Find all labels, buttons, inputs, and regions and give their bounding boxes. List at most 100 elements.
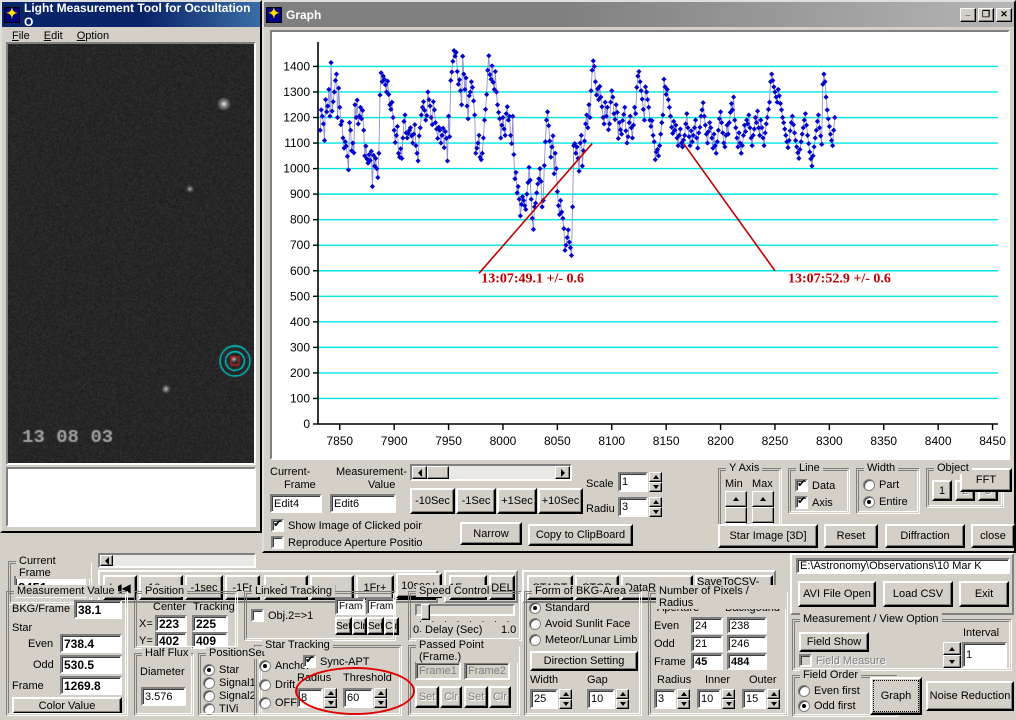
line-data-check-icon[interactable] — [795, 479, 808, 492]
copy-to-clipboard-button[interactable]: Copy to ClipBoard — [528, 524, 633, 546]
object-1-button[interactable]: 1 — [932, 480, 952, 501]
even-first-radio[interactable]: Even first — [798, 685, 860, 697]
st-threshold-spinner[interactable] — [374, 688, 387, 708]
position-set-signal2-radio[interactable]: Signal2 — [203, 690, 256, 702]
pr-radius-spinner[interactable] — [677, 689, 690, 709]
bkg-gap-down-icon[interactable] — [616, 699, 629, 709]
load-csv-button[interactable]: Load CSV — [883, 581, 953, 607]
position-set-tivi-radio[interactable]: TIVi — [203, 703, 238, 715]
field-show-button[interactable]: Field Show — [799, 632, 869, 652]
passed-frame1-field[interactable]: Frame1 — [415, 662, 461, 680]
sync-apt-check-icon[interactable] — [303, 655, 316, 668]
bkg-meteor-radio-icon[interactable] — [529, 634, 541, 646]
line-axis-check-icon[interactable] — [795, 496, 808, 509]
video-canvas[interactable] — [8, 44, 254, 463]
close-button[interactable]: ✕ — [996, 8, 1012, 22]
radius-up-icon[interactable] — [649, 497, 662, 507]
passed-set2-button[interactable]: Set — [464, 686, 488, 708]
pr-outer-up-icon[interactable] — [767, 689, 780, 699]
star-tracking-drift-radio-icon[interactable] — [259, 679, 271, 691]
width-entire-radio[interactable]: Entire — [863, 496, 908, 508]
narrow-button[interactable]: Narrow — [460, 522, 522, 545]
scale-down-icon[interactable] — [649, 482, 662, 492]
passed-clr2-button[interactable]: Clr — [489, 686, 511, 708]
scroll-thumb[interactable] — [427, 466, 449, 479]
bkg-sunlit-radio-icon[interactable] — [529, 618, 541, 630]
line-data-checkbox[interactable]: Data — [795, 479, 835, 492]
bkg-gap-spinner[interactable] — [616, 689, 629, 709]
current-frame-display[interactable]: Edit4 — [270, 494, 322, 513]
interval-input[interactable]: 1 — [962, 642, 1007, 668]
st-radius-spinner[interactable] — [324, 688, 337, 708]
reproduce-aperture-check-icon[interactable] — [271, 536, 284, 549]
linked-set2-button[interactable]: Set — [367, 617, 384, 635]
radius-down-icon[interactable] — [649, 507, 662, 517]
obj21-check-icon[interactable] — [251, 609, 264, 622]
linked-set1-button[interactable]: Set — [335, 617, 352, 635]
line-axis-checkbox[interactable]: Axis — [795, 496, 833, 509]
field-measure-checkbox[interactable]: Field Measure — [799, 654, 886, 667]
star-tracking-anchor-radio-icon[interactable] — [259, 660, 271, 672]
linked-frame1-field[interactable]: Frame1 — [335, 598, 365, 615]
pr-inner-input[interactable]: 10 — [697, 689, 721, 709]
menu-file[interactable]: File — [12, 30, 30, 42]
st-radius-up-icon[interactable] — [324, 688, 337, 698]
passed-set1-button[interactable]: Set — [415, 686, 439, 708]
pr-outer-spinner[interactable] — [767, 689, 780, 709]
video-preview[interactable] — [6, 42, 256, 465]
pr-inner-down-icon[interactable] — [722, 699, 735, 709]
st-radius-down-icon[interactable] — [324, 698, 337, 708]
radius-input[interactable]: 3 — [618, 497, 648, 517]
pr-inner-spinner[interactable] — [722, 689, 735, 709]
scale-input[interactable]: 1 — [618, 472, 648, 492]
width-entire-radio-icon[interactable] — [863, 496, 875, 508]
even-first-radio-icon[interactable] — [798, 685, 810, 697]
graph-button[interactable]: Graph — [870, 677, 922, 715]
step-plus-10sec-button[interactable]: +10Sec — [538, 488, 583, 514]
show-image-check-icon[interactable] — [271, 519, 284, 532]
step-minus-1sec-button[interactable]: -1Sec — [456, 488, 496, 514]
linked-clr2-button[interactable]: Clr — [384, 617, 399, 635]
radius-spinner[interactable] — [649, 497, 662, 517]
frame-scrollbar[interactable] — [98, 553, 256, 568]
x-tracking-value[interactable]: 225 — [192, 615, 228, 632]
step-minus-10sec-button[interactable]: -10Sec — [410, 488, 455, 514]
odd-first-radio[interactable]: Odd first — [798, 700, 856, 712]
star-image-3d-button[interactable]: Star Image [3D] — [718, 524, 818, 548]
st-radius-input[interactable]: 8 — [297, 688, 323, 708]
width-part-radio-icon[interactable] — [863, 479, 875, 491]
bkg-standard-radio-icon[interactable] — [529, 602, 541, 614]
bkg-width-up-icon[interactable] — [559, 689, 572, 699]
ymax-up-icon[interactable] — [752, 491, 774, 507]
minimize-button[interactable]: _ — [960, 8, 976, 22]
speed-slider[interactable] — [415, 604, 515, 616]
ymin-up-icon[interactable] — [725, 491, 747, 507]
measurement-value-display[interactable]: Edit6 — [330, 494, 396, 513]
interval-spinner[interactable] — [943, 642, 961, 668]
show-image-checkbox[interactable]: Show Image of Clicked poir — [271, 519, 422, 532]
reproduce-aperture-checkbox[interactable]: Reproduce Aperture Positio — [271, 536, 423, 549]
scroll-right-button[interactable] — [555, 466, 570, 479]
graph-horizontal-scrollbar[interactable] — [410, 464, 572, 481]
obj21-checkbox[interactable]: Obj.2=>1 — [251, 609, 313, 622]
pr-inner-up-icon[interactable] — [722, 689, 735, 699]
bkg-width-input[interactable]: 25 — [530, 689, 558, 709]
scroll-left-button[interactable] — [412, 466, 427, 479]
st-threshold-input[interactable]: 60 — [343, 688, 373, 708]
position-set-star-radio-icon[interactable] — [203, 664, 215, 676]
pr-outer-input[interactable]: 15 — [742, 689, 766, 709]
interval-up-icon[interactable] — [943, 642, 961, 655]
position-set-signal1-radio[interactable]: Signal1 — [203, 677, 256, 689]
color-value-button[interactable]: Color Value — [12, 697, 122, 714]
exit-button[interactable]: Exit — [959, 581, 1009, 607]
star-tracking-off-radio-icon[interactable] — [259, 697, 271, 709]
sync-apt-checkbox[interactable]: Sync-APT — [303, 655, 370, 668]
odd-first-radio-icon[interactable] — [798, 700, 810, 712]
linked-frame2-field[interactable]: Frame2 — [366, 598, 396, 615]
bkg-gap-input[interactable]: 10 — [587, 689, 615, 709]
pr-outer-down-icon[interactable] — [767, 699, 780, 709]
close-graph-button[interactable]: close — [971, 524, 1015, 548]
menu-option[interactable]: Option — [77, 30, 109, 42]
bkg-gap-up-icon[interactable] — [616, 689, 629, 699]
bkg-meteor-radio[interactable]: Meteor/Lunar Limb — [529, 634, 637, 646]
